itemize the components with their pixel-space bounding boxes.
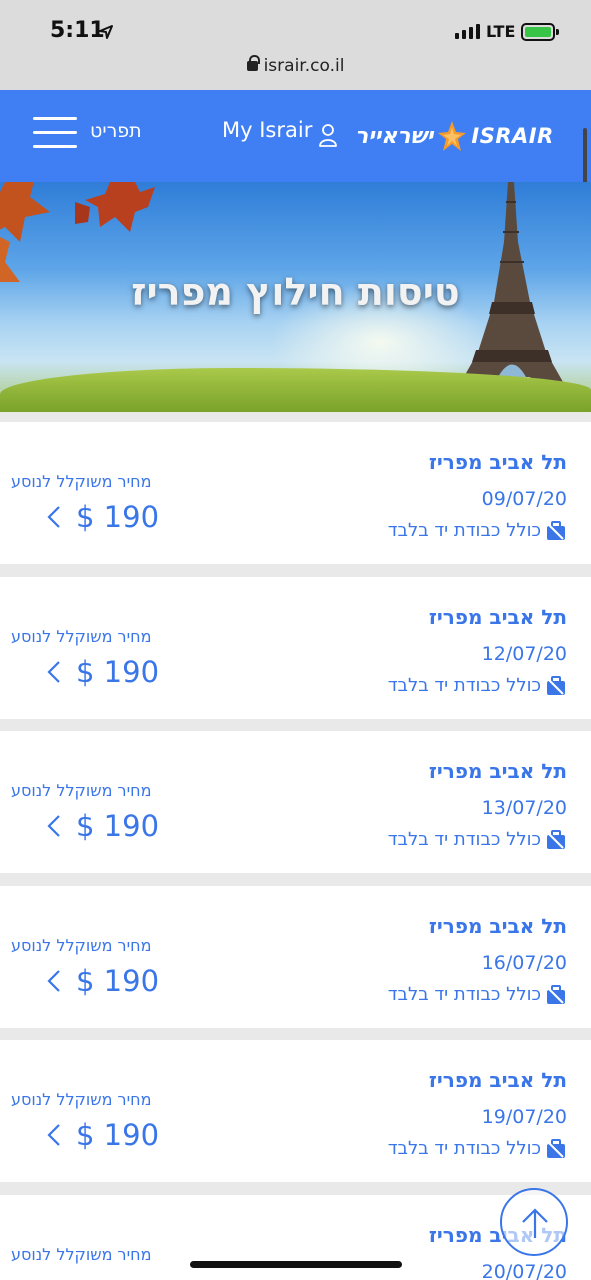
logo-english: ISRAIR	[471, 124, 554, 148]
baggage-text: כולל כבודת יד בלבד	[387, 1138, 541, 1159]
baggage-text: כולל כבודת יד בלבד	[387, 984, 541, 1005]
flight-date: 09/07/20	[481, 488, 567, 510]
hero-title: טיסות חילוץ מפריז	[131, 270, 460, 314]
hand-luggage-icon	[547, 675, 565, 695]
address-bar[interactable]: israir.co.il	[0, 55, 591, 76]
flight-price[interactable]: $ 190	[46, 655, 159, 689]
flight-route: תל אביב מפריז	[428, 450, 567, 474]
clock: 5:11	[50, 18, 105, 43]
baggage-text: כולל כבודת יד בלבד	[387, 520, 541, 541]
flight-price[interactable]: $ 190	[46, 1118, 159, 1152]
baggage-info: כולל כבודת יד בלבד	[388, 829, 567, 850]
site-header: תפריט My Israir ישראייר ISRAIR	[0, 90, 591, 182]
flight-card[interactable]: תל אביב מפריז 19/07/20 כולל כבודת יד בלב…	[0, 1040, 591, 1182]
scroll-to-top-button[interactable]	[500, 1188, 568, 1256]
menu-label[interactable]: תפריט	[90, 120, 142, 142]
price-label: מחיר משוקלל לנוסע	[11, 1245, 152, 1264]
baggage-info: כולל כבודת יד בלבד	[388, 675, 567, 696]
baggage-info: כולל כבודת יד בלבד	[388, 984, 567, 1005]
user-icon[interactable]	[318, 123, 338, 147]
hero-treeline	[0, 368, 591, 412]
url-text: israir.co.il	[263, 56, 345, 76]
hero-banner: טיסות חילוץ מפריז	[0, 182, 591, 412]
baggage-info: כולל כבודת יד בלבד	[388, 1138, 567, 1159]
price-amount: $ 190	[76, 500, 160, 534]
logo-hebrew: ישראייר	[355, 123, 434, 149]
flight-date: 20/07/20	[481, 1261, 567, 1280]
lock-icon	[246, 55, 260, 71]
price-label: מחיר משוקלל לנוסע	[11, 627, 152, 646]
status-bar: 5:11 LTE israir.co.il	[0, 0, 591, 90]
battery-charging-icon	[521, 23, 559, 41]
chevron-left-icon	[47, 1124, 60, 1146]
home-indicator[interactable]	[190, 1261, 402, 1268]
network-type: LTE	[486, 22, 516, 41]
price-amount: $ 190	[76, 809, 160, 843]
flight-route: תל אביב מפריז	[428, 914, 567, 938]
price-amount: $ 190	[76, 1118, 160, 1152]
arrow-up-icon	[522, 1208, 548, 1238]
price-amount: $ 190	[76, 964, 160, 998]
my-israir-link[interactable]: My Israir	[222, 118, 312, 142]
flight-card[interactable]: תל אביב מפריז 12/07/20 כולל כבודת יד בלב…	[0, 577, 591, 719]
chevron-left-icon	[47, 506, 60, 528]
flight-card[interactable]: תל אביב מפריז 16/07/20 כולל כבודת יד בלב…	[0, 886, 591, 1028]
price-label: מחיר משוקלל לנוסע	[11, 781, 152, 800]
israir-star-logo-icon	[438, 121, 467, 151]
hand-luggage-icon	[547, 984, 565, 1004]
location-arrow-icon	[99, 25, 113, 39]
chevron-left-icon	[47, 815, 60, 837]
hamburger-menu-icon[interactable]	[33, 117, 77, 149]
flight-route: תל אביב מפריז	[428, 1068, 567, 1092]
flight-card[interactable]: תל אביב מפריז 13/07/20 כולל כבודת יד בלב…	[0, 731, 591, 873]
flight-date: 19/07/20	[481, 1106, 567, 1128]
hand-luggage-icon	[547, 1138, 565, 1158]
baggage-text: כולל כבודת יד בלבד	[387, 829, 541, 850]
hand-luggage-icon	[547, 829, 565, 849]
flight-route: תל אביב מפריז	[428, 759, 567, 783]
flight-price[interactable]: $ 190	[46, 964, 159, 998]
flight-date: 13/07/20	[481, 797, 567, 819]
cell-signal-icon	[455, 24, 480, 39]
flight-date: 16/07/20	[481, 952, 567, 974]
price-amount: $ 190	[76, 655, 160, 689]
flight-price[interactable]: $ 190	[46, 809, 159, 843]
flight-price[interactable]: $ 190	[46, 500, 159, 534]
baggage-text: כולל כבודת יד בלבד	[387, 675, 541, 696]
price-label: מחיר משוקלל לנוסע	[11, 472, 152, 491]
flight-route: תל אביב מפריז	[428, 605, 567, 629]
flight-card[interactable]: תל אביב מפריז 09/07/20 כולל כבודת יד בלב…	[0, 422, 591, 564]
baggage-info: כולל כבודת יד בלבד	[388, 520, 567, 541]
chevron-left-icon	[47, 661, 60, 683]
israir-logo[interactable]: ישראייר ISRAIR	[355, 118, 554, 154]
hand-luggage-icon	[547, 520, 565, 540]
price-label: מחיר משוקלל לנוסע	[11, 1090, 152, 1109]
chevron-left-icon	[47, 970, 60, 992]
price-label: מחיר משוקלל לנוסע	[11, 936, 152, 955]
flight-date: 12/07/20	[481, 643, 567, 665]
